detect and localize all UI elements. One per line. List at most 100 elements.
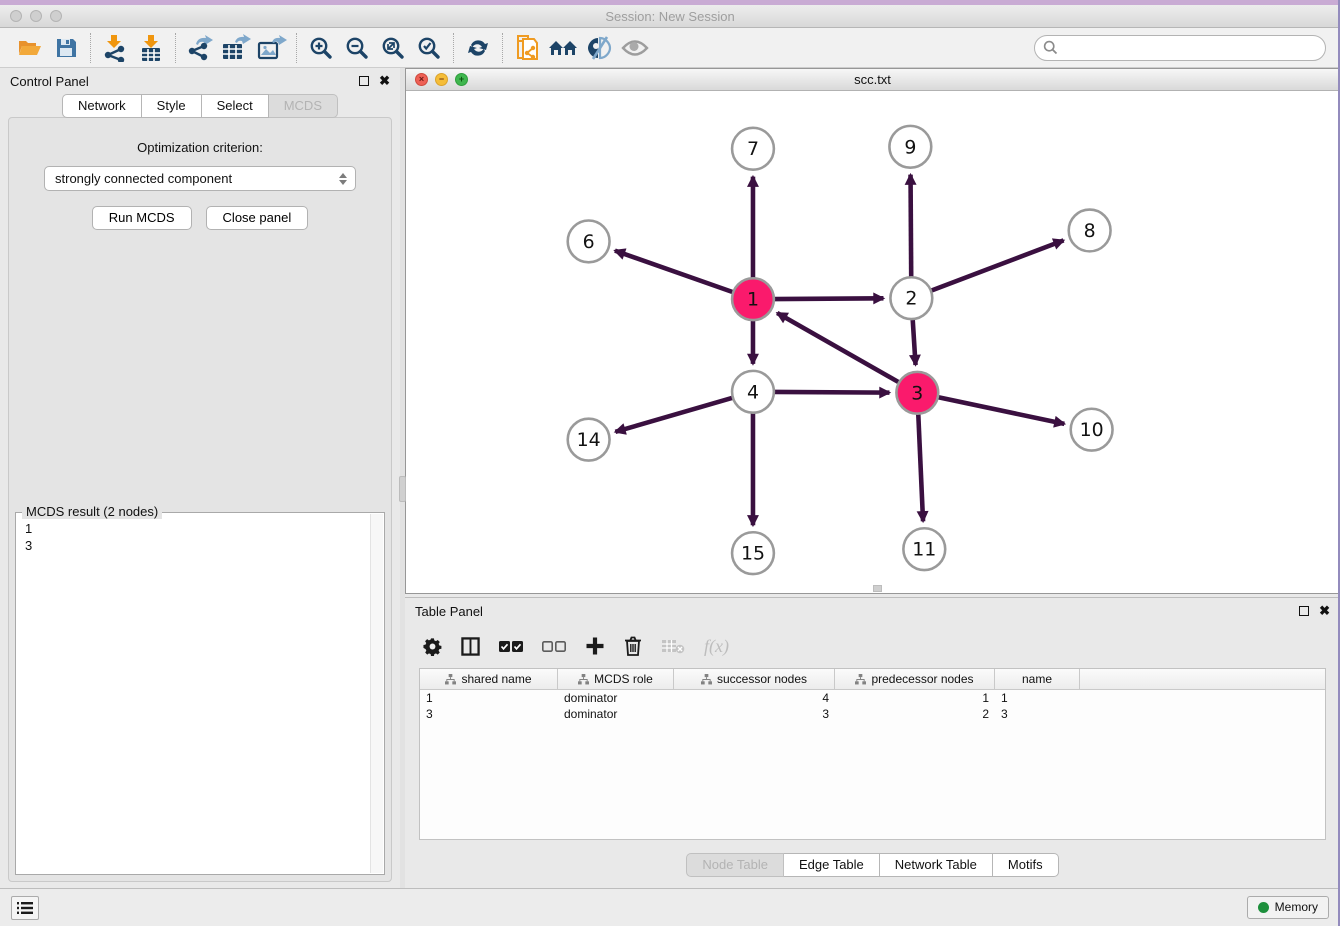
tab-select[interactable]: Select	[202, 94, 269, 118]
graph-edge-4-14[interactable]	[615, 398, 732, 432]
graph-edge-3-1[interactable]	[777, 313, 899, 382]
run-mcds-button[interactable]: Run MCDS	[92, 206, 192, 230]
network-minimize-button[interactable]: −	[435, 73, 448, 86]
clone-network-button[interactable]	[509, 31, 545, 65]
float-table-panel-icon[interactable]	[1299, 606, 1309, 616]
tab-network[interactable]: Network	[62, 94, 142, 118]
zoom-out-button[interactable]	[339, 31, 375, 65]
export-table-button[interactable]	[218, 31, 254, 65]
zoom-out-icon	[344, 35, 370, 61]
delete-table-icon	[661, 638, 685, 654]
network-maximize-button[interactable]: +	[455, 73, 468, 86]
show-graphics-icon	[620, 36, 650, 60]
tab-mcds[interactable]: MCDS	[269, 94, 338, 118]
search-field[interactable]	[1034, 35, 1326, 61]
close-table-panel-icon[interactable]: ✖	[1319, 606, 1330, 616]
cell-mcds-role[interactable]: dominator	[558, 707, 674, 721]
table-row[interactable]: 1 dominator 4 1 1	[420, 690, 1325, 706]
mcds-result-text[interactable]: 1 3	[17, 514, 370, 873]
import-table-button[interactable]	[133, 31, 169, 65]
network-window-titlebar: × − + scc.txt	[406, 69, 1339, 91]
first-neighbors-button[interactable]	[545, 31, 581, 65]
function-builder-button[interactable]: f(x)	[704, 636, 729, 657]
toolbar-separator	[296, 33, 297, 63]
table-row[interactable]: 3 dominator 3 2 3	[420, 706, 1325, 722]
delete-button[interactable]	[624, 636, 642, 656]
graph-node-label-10: 10	[1080, 419, 1104, 441]
result-scrollbar[interactable]	[370, 514, 383, 873]
export-image-button[interactable]	[254, 31, 290, 65]
toolbar-separator	[453, 33, 454, 63]
export-network-button[interactable]	[182, 31, 218, 65]
graph-node-label-6: 6	[583, 231, 595, 253]
column-header-mcds-role[interactable]: MCDS role	[558, 669, 674, 689]
network-canvas[interactable]: 1234678910111415	[406, 91, 1339, 593]
graph-edge-2-8[interactable]	[931, 240, 1064, 290]
tab-edge-table[interactable]: Edge Table	[784, 853, 880, 877]
save-session-button[interactable]	[48, 31, 84, 65]
gear-icon	[423, 637, 442, 656]
panel-splitter[interactable]	[400, 68, 405, 888]
network-graph: 1234678910111415	[406, 91, 1339, 593]
graph-edge-1-2[interactable]	[774, 298, 884, 299]
task-history-button[interactable]	[11, 896, 39, 920]
open-file-button[interactable]	[12, 31, 48, 65]
zoom-fit-button[interactable]	[375, 31, 411, 65]
graph-edge-2-3[interactable]	[913, 319, 916, 365]
delete-table-button[interactable]	[661, 638, 685, 654]
tab-network-table[interactable]: Network Table	[880, 853, 993, 877]
refresh-button[interactable]	[460, 31, 496, 65]
cell-name[interactable]: 1	[995, 691, 1080, 705]
graph-node-label-14: 14	[577, 429, 601, 451]
select-all-button[interactable]	[499, 640, 523, 653]
graph-node-label-8: 8	[1084, 220, 1096, 242]
graph-edge-3-10[interactable]	[938, 397, 1065, 424]
table-panel-header: Table Panel ✖	[405, 598, 1340, 624]
hide-labels-button[interactable]	[581, 31, 617, 65]
cell-predecessor-nodes[interactable]: 1	[835, 691, 995, 705]
cell-mcds-role[interactable]: dominator	[558, 691, 674, 705]
column-header-predecessor-nodes[interactable]: predecessor nodes	[835, 669, 995, 689]
cell-name[interactable]: 3	[995, 707, 1080, 721]
show-graphics-button[interactable]	[617, 31, 653, 65]
window-title: Session: New Session	[0, 9, 1340, 24]
cell-shared-name[interactable]: 1	[420, 691, 558, 705]
graph-edge-4-3[interactable]	[774, 392, 890, 393]
memory-button[interactable]: Memory	[1247, 896, 1329, 919]
cell-successor-nodes[interactable]: 4	[674, 691, 835, 705]
canvas-scroll-thumb[interactable]	[873, 585, 882, 592]
graph-node-label-3: 3	[911, 382, 923, 404]
graph-edge-1-6[interactable]	[615, 251, 733, 293]
splitter-handle[interactable]	[399, 476, 406, 502]
cell-successor-nodes[interactable]: 3	[674, 707, 835, 721]
network-close-button[interactable]: ×	[415, 73, 428, 86]
search-input[interactable]	[1064, 40, 1325, 55]
column-type-icon	[578, 674, 589, 685]
close-panel-button[interactable]: Close panel	[206, 206, 309, 230]
table-panel-tabs: Node Table Edge Table Network Table Moti…	[405, 853, 1340, 877]
graph-edge-2-9[interactable]	[911, 175, 912, 278]
criterion-select[interactable]: strongly connected component	[44, 166, 356, 191]
import-network-button[interactable]	[97, 31, 133, 65]
zoom-in-button[interactable]	[303, 31, 339, 65]
split-panel-button[interactable]	[461, 637, 480, 656]
cell-predecessor-nodes[interactable]: 2	[835, 707, 995, 721]
control-panel-tabs: Network Style Select MCDS	[0, 94, 400, 118]
application-window: Session: New Session	[0, 0, 1340, 926]
tab-node-table[interactable]: Node Table	[686, 853, 784, 877]
gear-button[interactable]	[423, 637, 442, 656]
close-panel-icon[interactable]: ✖	[379, 76, 390, 86]
float-panel-icon[interactable]	[359, 76, 369, 86]
add-column-button[interactable]	[585, 636, 605, 656]
graph-edge-3-11[interactable]	[918, 414, 923, 522]
deselect-all-button[interactable]	[542, 640, 566, 653]
zoom-selected-button[interactable]	[411, 31, 447, 65]
tab-motifs[interactable]: Motifs	[993, 853, 1059, 877]
column-header-successor-nodes[interactable]: successor nodes	[674, 669, 835, 689]
graph-node-label-2: 2	[905, 288, 917, 310]
column-header-shared-name[interactable]: shared name	[420, 669, 558, 689]
tab-style[interactable]: Style	[142, 94, 202, 118]
cell-shared-name[interactable]: 3	[420, 707, 558, 721]
column-header-name[interactable]: name	[995, 669, 1080, 689]
open-file-icon	[17, 36, 43, 60]
